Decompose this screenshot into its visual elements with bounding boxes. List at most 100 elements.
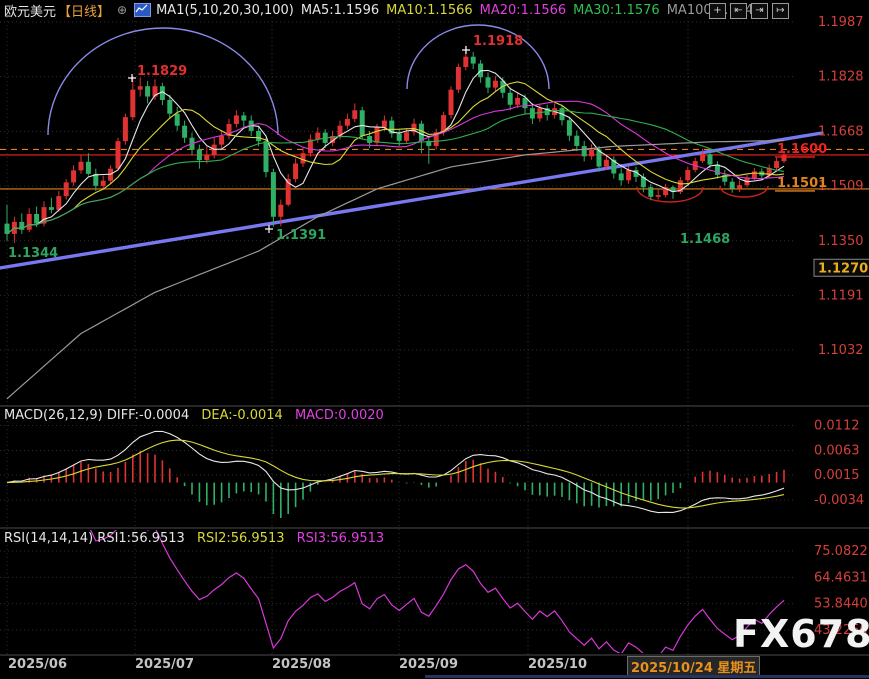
candle — [360, 110, 365, 136]
candle — [138, 86, 143, 89]
candle — [397, 134, 402, 141]
price-annotation: 1.1918 — [473, 34, 523, 49]
macd-axis-label: -0.0034 — [814, 493, 864, 508]
macd-panel-header: MACD(26,12,9) DIFF:-0.0004 DEA:-0.0014 M… — [4, 408, 384, 423]
candle — [301, 153, 306, 163]
chart-canvas[interactable]: 1.19871.18281.16681.15091.13501.11911.10… — [0, 0, 869, 679]
candle — [626, 170, 631, 180]
double-bottom-arc — [720, 186, 768, 197]
period-label[interactable]: 【日线】 — [58, 1, 110, 20]
candle — [404, 132, 409, 141]
macd-panel — [7, 431, 784, 518]
price-tag: 1.1501 — [777, 176, 827, 191]
bottom-scrollbar[interactable] — [425, 675, 869, 678]
rsi-axis-label: 64.4631 — [814, 570, 868, 585]
candle — [241, 115, 246, 120]
candle — [708, 154, 713, 164]
expand-icon[interactable]: ⊕ — [117, 3, 127, 17]
candle — [463, 57, 468, 67]
candle — [219, 136, 224, 145]
rsi-panel-header: RSI(14,14,14) RSI1:56.9513 RSI2:56.9513 … — [4, 531, 384, 546]
price-axis-label: 1.1032 — [818, 343, 864, 358]
candle — [116, 141, 121, 168]
price-annotation: 1.1468 — [680, 232, 730, 247]
chart-tool-buttons: + ⇤ ⇥ ↦ — [709, 3, 789, 19]
candle — [256, 131, 261, 141]
symbol-name: 欧元美元 — [4, 1, 56, 20]
ma100-line — [7, 141, 784, 399]
candle — [656, 195, 661, 197]
candle — [375, 127, 380, 142]
candle — [71, 170, 76, 182]
candle — [752, 171, 757, 178]
macd-axis-label: 0.0063 — [814, 443, 860, 458]
price-annotation: 1.1344 — [8, 246, 58, 261]
candle — [204, 155, 209, 160]
candle — [508, 93, 513, 105]
x-axis-label: 2025/06 — [8, 657, 67, 672]
shift-right-icon[interactable]: ↦ — [772, 3, 789, 19]
diff-line — [7, 431, 784, 512]
price-axis-label: 1.1350 — [818, 234, 864, 249]
macd-main-value: MACD(26,12,9) DIFF:-0.0004 — [4, 408, 189, 423]
price-tag: 1.1600 — [777, 142, 827, 157]
chart-app: 1.19871.18281.16681.15091.13501.11911.10… — [0, 0, 869, 679]
candle — [182, 126, 187, 138]
ma30-value: MA30:1.1576 — [573, 3, 660, 18]
candle — [471, 57, 476, 64]
price-annotation: 1.1829 — [137, 64, 187, 79]
macd-axis-label: 0.0112 — [814, 418, 860, 433]
candle — [145, 86, 150, 96]
macd-dea-value: DEA:-0.0014 — [201, 408, 282, 423]
candle — [737, 185, 742, 188]
candle — [700, 154, 705, 161]
macd-bar-value: MACD:0.0020 — [295, 408, 384, 423]
candle — [648, 187, 653, 197]
candle — [27, 214, 32, 230]
candle — [382, 121, 387, 128]
ma20-value: MA20:1.1566 — [480, 3, 567, 18]
rsi-axis-label: 53.8440 — [814, 597, 868, 612]
macd-axis-label: 0.0015 — [814, 468, 860, 483]
watermark-logo: FX678 — [733, 612, 869, 656]
candle — [56, 196, 61, 210]
candle — [619, 173, 624, 180]
rsi3-value: RSI3:56.9513 — [297, 531, 385, 546]
pan-icon[interactable]: + — [709, 3, 726, 19]
x-axis: 2025/062025/072025/082025/092025/102025/… — [0, 656, 869, 673]
candle — [352, 110, 357, 119]
candle — [567, 120, 572, 135]
ma5-value: MA5:1.1596 — [301, 3, 379, 18]
candle — [537, 108, 542, 118]
candle — [167, 100, 172, 114]
candle — [774, 161, 779, 168]
alert-level-label: 1.1270 — [818, 261, 868, 276]
x-axis-label: 2025/10 — [528, 657, 587, 672]
candle — [715, 165, 720, 175]
candle — [79, 162, 84, 171]
candle — [685, 170, 690, 180]
candle — [345, 119, 350, 126]
candle — [589, 149, 594, 156]
candle — [574, 136, 579, 146]
top-toolbar: 欧元美元【日线】 ⊕ MA1(5,10,20,30,100) MA5:1.159… — [4, 2, 762, 18]
candle — [582, 146, 587, 156]
candle — [34, 214, 39, 224]
line-chart-icon[interactable] — [134, 3, 151, 17]
scale-left-icon[interactable]: ⇤ — [730, 3, 747, 19]
candle — [367, 136, 372, 143]
rsi-line — [29, 500, 784, 659]
candle — [64, 182, 69, 196]
rsi1-value: RSI(14,14,14) RSI1:56.9513 — [4, 531, 185, 546]
scale-right-icon[interactable]: ⇥ — [751, 3, 768, 19]
price-axis-label: 1.1987 — [818, 15, 864, 30]
candle — [101, 181, 106, 186]
candle — [264, 141, 269, 172]
candle — [486, 77, 491, 87]
rsi-axis-label: 75.0822 — [814, 544, 868, 559]
price-axis-label: 1.1668 — [818, 125, 864, 140]
candle — [604, 160, 609, 167]
price-axis-label: 1.1828 — [818, 70, 864, 85]
candle — [197, 150, 202, 160]
candle — [123, 117, 128, 141]
